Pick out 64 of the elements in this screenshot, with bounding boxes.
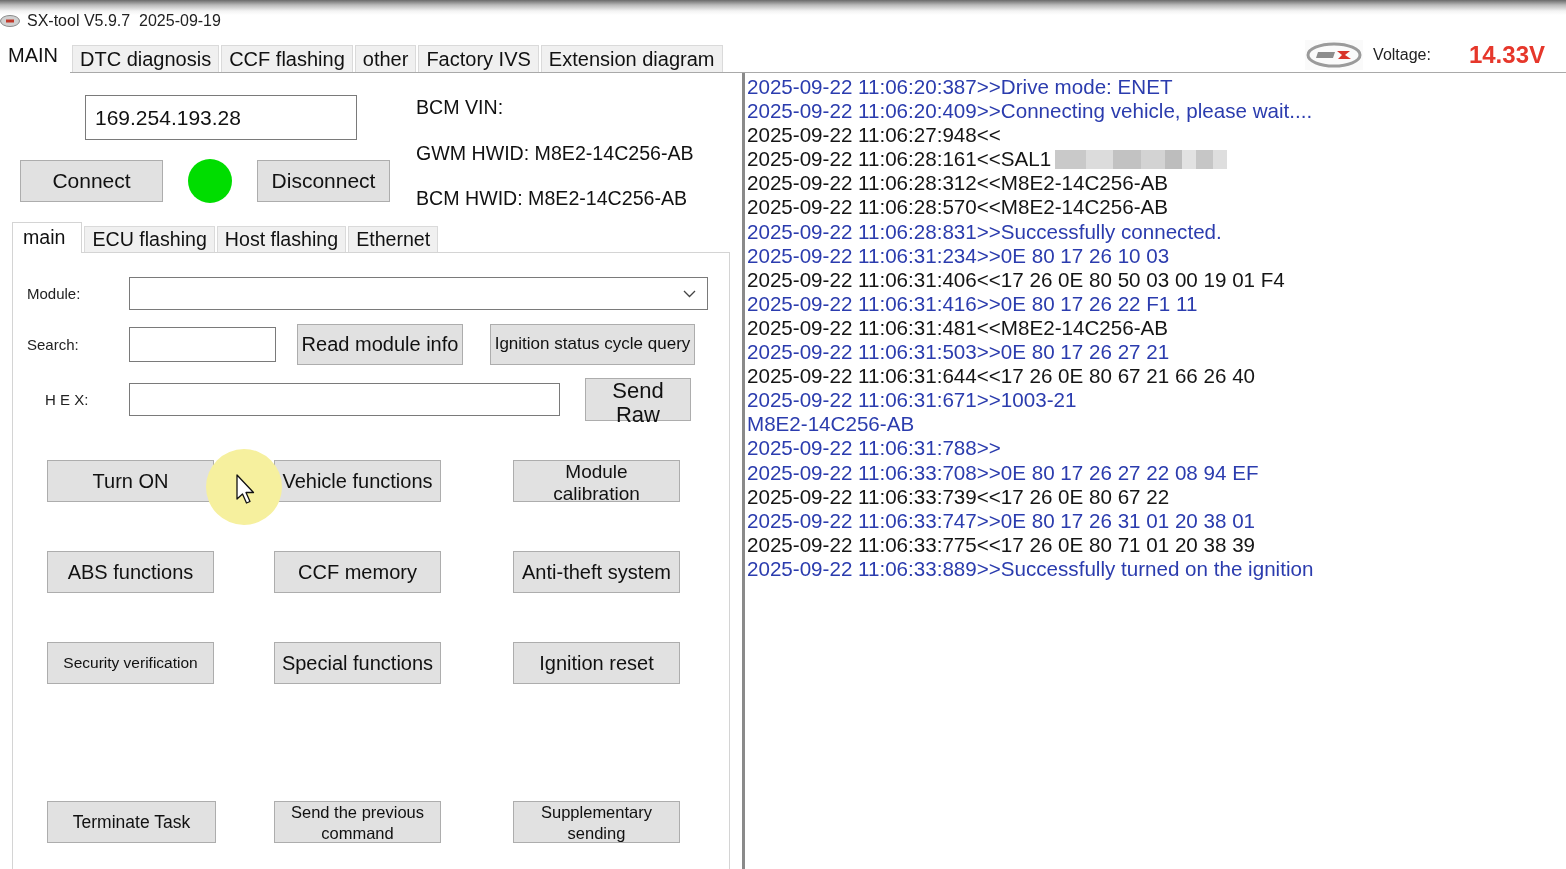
- function-button[interactable]: CCF memory: [274, 551, 441, 593]
- send-raw-button[interactable]: Send Raw: [585, 378, 691, 421]
- log-line: 2025-09-22 11:06:33:708>>0E 80 17 26 27 22 08 94 EF: [747, 460, 1259, 485]
- log-line: 2025-09-22 11:06:33:747>>0E 80 17 26 31 01 20 38 01: [747, 508, 1256, 533]
- tab[interactable]: CCF flashing: [221, 45, 353, 72]
- voltage-value: 14.33V: [1468, 41, 1545, 69]
- function-button[interactable]: Security verification: [47, 642, 214, 684]
- task-button[interactable]: Terminate Task: [47, 801, 216, 843]
- vehicle-info-text: BCM VIN:: [416, 96, 505, 118]
- tab[interactable]: other: [354, 45, 417, 72]
- log-line: 2025-09-22 11:06:31:671>>1003-21: [747, 388, 1077, 413]
- tab[interactable]: Extension diagram: [540, 45, 723, 72]
- module-dropdown[interactable]: [129, 277, 708, 310]
- sub-tab[interactable]: main: [12, 222, 83, 253]
- log-line: 2025-09-22 11:06:31:788>>: [747, 436, 1001, 461]
- connect-button[interactable]: Connect: [20, 160, 163, 202]
- task-button[interactable]: Supplementary sending: [513, 801, 680, 843]
- function-button[interactable]: Anti-theft system: [513, 551, 680, 593]
- cursor-highlight-icon: [206, 448, 282, 526]
- voltage-label: Voltage:: [1373, 46, 1431, 64]
- log-line: 2025-09-22 11:06:31:481<<M8E2-14C256-AB: [747, 315, 1168, 341]
- read-module-info-button[interactable]: Read module info: [297, 323, 463, 365]
- function-button[interactable]: Module calibration: [513, 460, 680, 502]
- log-line: M8E2-14C256-AB: [747, 412, 915, 437]
- log-line: 2025-09-22 11:06:28:831>>Successfully connected.: [747, 219, 1222, 244]
- log-line: 2025-09-22 11:06:20:387>>Drive mode: ENET: [747, 75, 1173, 100]
- oval-logo-icon: [1305, 40, 1364, 70]
- log-line: 2025-09-22 11:06:28:312<<M8E2-14C256-AB: [747, 171, 1168, 196]
- log-line: 2025-09-22 11:06:31:406<<17 26 0E 80 50 03 00 19 01 F4: [747, 267, 1285, 292]
- tab[interactable]: Factory IVS: [418, 45, 539, 72]
- log-line: 2025-09-22 11:06:33:739<<17 26 0E 80 67 22: [747, 484, 1170, 509]
- function-button[interactable]: Ignition reset: [513, 642, 680, 684]
- log-line: 2025-09-22 11:06:31:503>>0E 80 17 26 27 21: [747, 340, 1170, 365]
- function-button[interactable]: Vehicle functions: [274, 460, 441, 502]
- function-button[interactable]: Special functions: [274, 642, 441, 684]
- log-line: 2025-09-22 11:06:31:644<<17 26 0E 80 67 21 66 26 40: [747, 364, 1256, 389]
- app-icon: [0, 15, 20, 27]
- log-line: 2025-09-22 11:06:31:234>>0E 80 17 26 10 03: [747, 243, 1170, 268]
- sub-tab[interactable]: Ethernet: [348, 226, 439, 252]
- ip-address-field[interactable]: 169.254.193.28: [85, 95, 357, 140]
- function-button[interactable]: Turn ON: [47, 460, 214, 502]
- log-line: 2025-09-22 11:06:33:889>>Successfully turned on the ignition: [747, 556, 1314, 581]
- search-label: Search:: [27, 335, 80, 353]
- tab[interactable]: DTC diagnosis: [72, 45, 220, 72]
- log-line: 2025-09-22 11:06:28:161<<SAL1: [747, 147, 1052, 172]
- search-field[interactable]: [129, 326, 276, 362]
- ignition-query-button[interactable]: Ignition status cycle query: [490, 323, 695, 365]
- log-line: 2025-09-22 11:06:27:948<<: [747, 123, 1001, 148]
- log-line: 2025-09-22 11:06:20:409>>Connecting vehicle, please wait....: [747, 99, 1313, 124]
- disconnect-button[interactable]: Disconnect: [257, 160, 390, 202]
- vehicle-info-text: GWM HWID: M8E2-14C256-AB: [416, 141, 694, 164]
- hex-label: H E X:: [44, 391, 90, 408]
- log-line: 2025-09-22 11:06:31:416>>0E 80 17 26 22 F1 11: [747, 291, 1198, 316]
- log-line: 2025-09-22 11:06:28:570<<M8E2-14C256-AB: [747, 195, 1168, 220]
- window-title: SX-tool V5.9.7 2025-09-19: [27, 12, 221, 30]
- chevron-down-icon: [683, 289, 696, 298]
- function-button[interactable]: ABS functions: [47, 551, 214, 593]
- log-line: 2025-09-22 11:06:33:775<<17 26 0E 80 71 01 20 38 39: [747, 532, 1256, 557]
- sub-tab[interactable]: ECU flashing: [84, 226, 215, 252]
- sub-tab[interactable]: Host flashing: [216, 226, 347, 252]
- vehicle-info-text: BCM HWID: M8E2-14C256-AB: [416, 187, 689, 209]
- task-button[interactable]: Send the previous command: [274, 801, 441, 843]
- module-label: Module:: [27, 285, 82, 302]
- hex-input-field[interactable]: [129, 383, 560, 416]
